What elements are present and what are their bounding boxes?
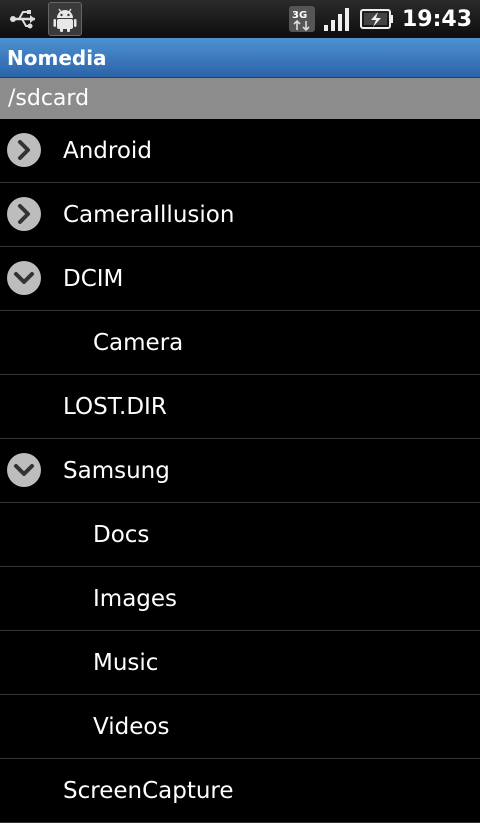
- folder-label: Camera: [93, 329, 184, 356]
- folder-label: Images: [93, 585, 178, 612]
- folder-row-camera-illusion[interactable]: CameraIllusion: [0, 183, 480, 247]
- 3g-data-icon: 3G: [288, 5, 316, 33]
- folder-row-android[interactable]: Android: [0, 119, 480, 183]
- folder-row-docs[interactable]: Docs: [0, 503, 480, 567]
- chevron-right-icon[interactable]: [6, 196, 42, 232]
- folder-label: Android: [63, 137, 152, 164]
- folder-label: DCIM: [63, 265, 124, 292]
- folder-row-lost-dir[interactable]: LOST.DIR: [0, 375, 480, 439]
- folder-row-screen-capture[interactable]: ScreenCapture: [0, 759, 480, 823]
- svg-text:3G: 3G: [292, 10, 307, 21]
- usb-icon: [8, 2, 42, 36]
- status-clock: 19:43: [401, 6, 472, 32]
- signal-icon: [322, 5, 354, 33]
- folder-row-images[interactable]: Images: [0, 567, 480, 631]
- folder-row-videos[interactable]: Videos: [0, 695, 480, 759]
- chevron-down-icon[interactable]: [6, 452, 42, 488]
- battery-charging-icon: [359, 5, 394, 33]
- folder-label: Samsung: [63, 457, 170, 484]
- app-title: Nomedia: [7, 45, 107, 70]
- folder-label: CameraIllusion: [63, 201, 235, 228]
- folder-label: Videos: [93, 713, 170, 740]
- app-title-bar: Nomedia: [0, 38, 480, 78]
- folder-row-camera[interactable]: Camera: [0, 311, 480, 375]
- folder-row-samsung[interactable]: Samsung: [0, 439, 480, 503]
- status-bar: 3G 19:43: [0, 0, 480, 39]
- chevron-right-icon[interactable]: [6, 132, 42, 168]
- folder-label: LOST.DIR: [63, 393, 167, 420]
- folder-list: Android CameraIllusion DCIM Camera LOST.…: [0, 119, 480, 823]
- folder-label: Docs: [93, 521, 150, 548]
- chevron-down-icon[interactable]: [6, 260, 42, 296]
- current-path: /sdcard: [8, 86, 90, 111]
- android-debug-icon: [48, 2, 82, 36]
- folder-row-dcim[interactable]: DCIM: [0, 247, 480, 311]
- folder-label: Music: [93, 649, 159, 676]
- folder-row-music[interactable]: Music: [0, 631, 480, 695]
- current-path-bar: /sdcard: [0, 78, 480, 119]
